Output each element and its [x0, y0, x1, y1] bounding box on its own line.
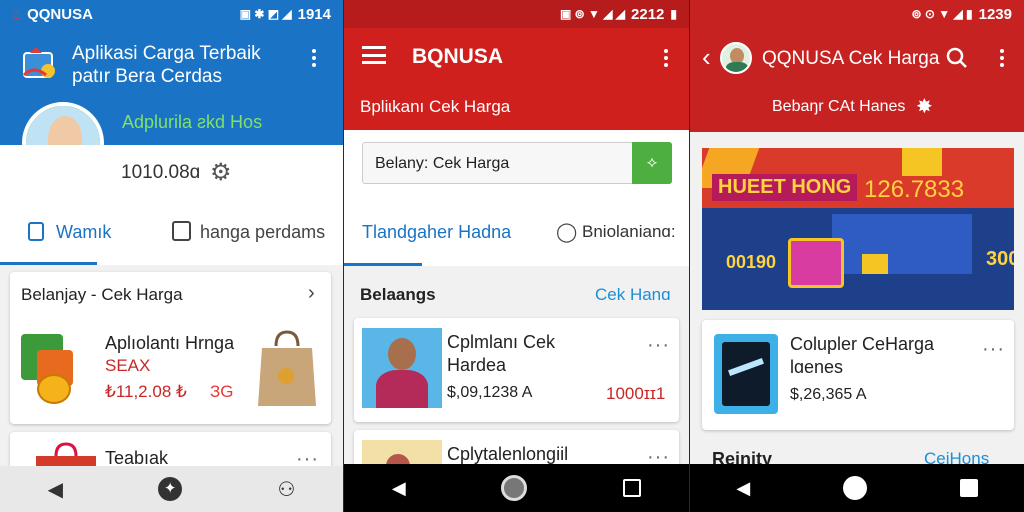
avatar[interactable] [720, 42, 752, 74]
document-icon [28, 222, 44, 241]
overflow-menu-icon[interactable] [312, 49, 316, 67]
promo-banner[interactable]: HUEET HONG 126.7833 00190 300 [702, 148, 1014, 310]
banner-right-value: 300 [986, 248, 1014, 270]
back-nav-icon[interactable]: ◀ [48, 477, 63, 502]
home-nav-icon[interactable] [501, 475, 528, 501]
tab-tlandgaher[interactable]: Tlandgaher Hadna [344, 210, 511, 266]
settings-gear-icon[interactable]: ⚙ [210, 158, 232, 187]
screenshot-collage: ⌂ QQNUSA ▣ ✱ ◩ ◢ 1914 Aplikasi Carga Ter… [0, 0, 1024, 512]
system-nav-bar: ◀ [690, 464, 1024, 512]
header-title: Aplikasi Carga Terbaik [72, 43, 261, 64]
section-link[interactable]: Cek Hanɑ [595, 285, 671, 305]
contacts-nav-icon[interactable]: ⚇ [277, 477, 295, 502]
header-subtitle: patır Bera Cerdas [72, 66, 222, 87]
shopping-bag-icon [258, 330, 316, 406]
product-price-secondary: 1000ɪɪ1 [606, 384, 666, 403]
product-title: Colupler CeHarga [790, 334, 935, 354]
banner-title: HUEET HONG [712, 174, 858, 201]
overflow-menu-icon[interactable] [664, 49, 668, 67]
tab-label: Tlandgaher Hadna [362, 222, 512, 242]
search-field[interactable]: Belany: Cek Harga ⟡ [362, 142, 672, 184]
header-subtitle: Bebaŋr CAt Hanes [772, 98, 906, 115]
status-time: 2212 [631, 5, 665, 23]
phone-screen-1: ⌂ QQNUSA ▣ ✱ ◩ ◢ 1914 Aplikasi Carga Ter… [0, 0, 343, 512]
back-nav-icon[interactable]: ◀ [736, 478, 750, 499]
product-title[interactable]: Aplıolantı Hrnga [105, 333, 234, 354]
header-banner-text: Adplurila ƨkd Hos [122, 112, 263, 132]
product-title-line2: lɑenes [790, 357, 844, 377]
header-subtitle: Bpliɩkanı Cek Harga [360, 97, 511, 116]
signal-icon: ▣ ✱ ◩ ◢ [239, 7, 292, 21]
tab-label: Bniolanianɑ: [582, 222, 676, 241]
shield-icon: ◯ [556, 222, 578, 243]
status-bar: ▣ ⊚ ▼ ◢ ◢ 2212 ▮ [344, 0, 689, 28]
banner-left-value: 00190 [726, 252, 777, 272]
section-title: Belanjay - Cek Harga [21, 285, 183, 304]
section-card: Belanjay - Cek Harga › Aplıolantı Hrnga … [10, 272, 331, 424]
tab-label: hanga perdams [200, 222, 326, 242]
search-icon[interactable] [946, 47, 968, 69]
tab-bniolanian[interactable]: ◯ Bniolanianɑ: [554, 210, 689, 266]
status-bar: ⌂ QQNUSA ▣ ✱ ◩ ◢ 1914 [0, 0, 343, 28]
header-title: QQNUSA Cek Harga [762, 48, 940, 69]
search-input[interactable]: Belany: Cek Harga [375, 155, 509, 173]
assistant-nav-icon[interactable]: ✦ [158, 477, 183, 501]
profile-value: 1010.08ɑ [121, 162, 201, 183]
phone-screen-2: ▣ ⊚ ▼ ◢ ◢ 2212 ▮ BQNUSA Bpliɩkanı Cek Ha… [344, 0, 689, 512]
product-card[interactable]: Colupler CeHarga lɑenes $,26,365 A ··· [702, 320, 1014, 430]
product-price: $,09,1238 A [447, 384, 533, 401]
battery-icon: ▮ [670, 7, 677, 21]
app-title: BQNUSA [412, 45, 504, 68]
signal-icon: ⊚ ⊙ ▼ ◢ ▮ [911, 7, 973, 21]
toolbox-icon [788, 238, 844, 288]
system-nav-bar: ◀ [344, 464, 689, 512]
app-logo-icon [22, 47, 55, 78]
folder-icon [862, 254, 888, 274]
home-status-icon: ⌂ [12, 5, 22, 23]
status-time: 1914 [297, 5, 331, 23]
overflow-menu-icon[interactable] [1000, 49, 1004, 67]
search-button[interactable]: ⟡ [632, 142, 672, 184]
recents-nav-icon[interactable] [623, 479, 642, 497]
sparkle-icon: ✸ [916, 96, 933, 118]
product-card[interactable]: Cplmlanı Cek Hardea $,09,1238 A 1000ɪɪ1 … [354, 318, 679, 422]
product-image[interactable] [21, 330, 77, 404]
product-image [362, 328, 442, 408]
home-nav-icon[interactable] [842, 476, 867, 500]
product-title: Cplmlanı Cek [447, 332, 556, 352]
tab-wamik[interactable]: Wamık [0, 210, 111, 265]
product-badge: ЅEAX [105, 356, 151, 375]
product-title: Cplytalenlongiil [447, 444, 569, 464]
product-price: ₺11,2.08 ₺ [105, 382, 187, 401]
product-price: $,26,365 A [790, 386, 867, 403]
more-options-icon[interactable]: ··· [982, 338, 1005, 361]
calendar-icon [172, 221, 191, 241]
back-arrow-icon[interactable]: ‹ [702, 42, 711, 73]
system-nav-bar: ◀ ✦ ⚇ [0, 466, 343, 512]
status-app-name: QQNUSA [27, 5, 93, 23]
status-bar: ⊚ ⊙ ▼ ◢ ▮ 1239 [690, 0, 1024, 28]
signal-icon: ▣ ⊚ ▼ ◢ ◢ [559, 7, 626, 21]
hamburger-menu-icon[interactable] [362, 46, 386, 64]
back-nav-icon[interactable]: ◀ [392, 478, 406, 499]
section-title: Belaangs [360, 285, 436, 304]
tab-hanga-perdams[interactable]: hanga perdams [160, 210, 343, 265]
more-options-icon[interactable]: ··· [647, 334, 670, 357]
chevron-right-icon[interactable]: › [308, 282, 315, 305]
tablet-icon [714, 334, 778, 414]
product-title-line2: Hardea [447, 355, 507, 375]
product-price-secondary: ЗG [210, 382, 234, 401]
recents-nav-icon[interactable] [959, 479, 978, 497]
status-time: 1239 [978, 5, 1012, 23]
phone-screen-3: ⊚ ⊙ ▼ ◢ ▮ 1239 ‹ QQNUSA Cek Harga Bebaŋr… [690, 0, 1024, 512]
tab-label: Wamık [56, 222, 112, 242]
banner-value: 126.7833 [864, 176, 965, 203]
